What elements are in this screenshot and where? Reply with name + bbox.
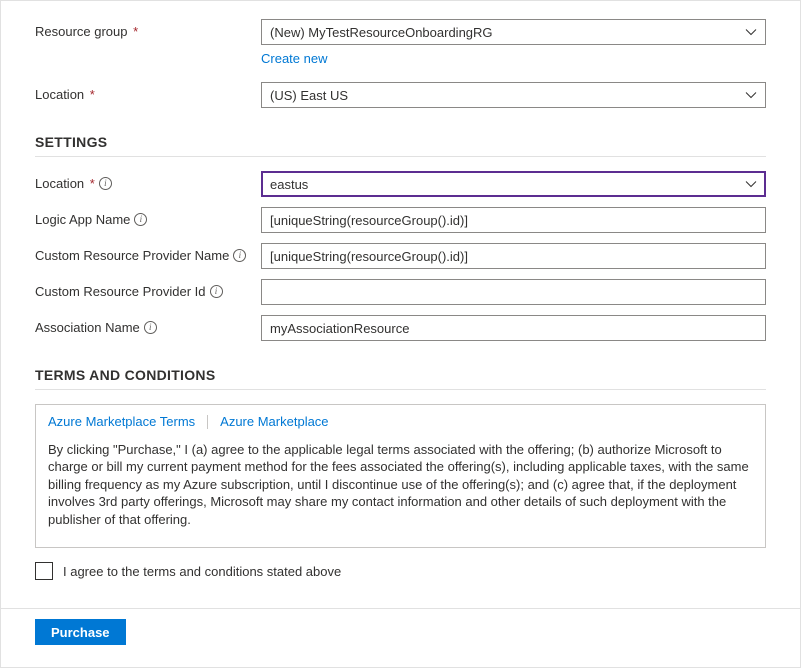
custom-provider-id-input[interactable] (261, 279, 766, 305)
location-select[interactable]: (US) East US (261, 82, 766, 108)
info-icon[interactable]: i (210, 285, 223, 298)
settings-location-row: Location * i eastus (35, 171, 766, 197)
create-new-link[interactable]: Create new (261, 51, 327, 66)
custom-provider-name-label: Custom Resource Provider Name i (35, 243, 261, 263)
association-name-label: Association Name i (35, 315, 261, 335)
divider (35, 156, 766, 157)
settings-heading: SETTINGS (35, 134, 766, 150)
azure-marketplace-terms-link[interactable]: Azure Marketplace Terms (48, 413, 195, 431)
custom-provider-name-row: Custom Resource Provider Name i [uniqueS… (35, 243, 766, 269)
chevron-down-icon (745, 178, 757, 190)
resource-group-value: (New) MyTestResourceOnboardingRG (270, 25, 493, 40)
resource-group-select[interactable]: (New) MyTestResourceOnboardingRG (261, 19, 766, 45)
settings-location-value: eastus (270, 177, 308, 192)
required-marker: * (130, 24, 139, 39)
custom-provider-id-row: Custom Resource Provider Id i (35, 279, 766, 305)
custom-provider-name-value: [uniqueString(resourceGroup().id)] (270, 249, 468, 264)
info-icon[interactable]: i (134, 213, 147, 226)
logic-app-name-value: [uniqueString(resourceGroup().id)] (270, 213, 468, 228)
location-row: Location * (US) East US (35, 82, 766, 108)
terms-scroll-area[interactable]: Azure Marketplace Terms Azure Marketplac… (36, 405, 765, 547)
info-icon[interactable]: i (233, 249, 246, 262)
divider (1, 608, 800, 609)
location-label: Location * (35, 82, 261, 102)
divider (35, 389, 766, 390)
terms-box: Azure Marketplace Terms Azure Marketplac… (35, 404, 766, 548)
settings-location-label: Location * i (35, 171, 261, 191)
resource-group-label: Resource group * (35, 19, 261, 39)
required-marker: * (86, 87, 95, 102)
terms-heading: TERMS AND CONDITIONS (35, 367, 766, 383)
deployment-form-panel: Resource group * (New) MyTestResourceOnb… (0, 0, 801, 668)
chevron-down-icon (745, 26, 757, 38)
required-marker: * (86, 176, 95, 191)
location-value: (US) East US (270, 88, 348, 103)
purchase-button[interactable]: Purchase (35, 619, 126, 645)
terms-links: Azure Marketplace Terms Azure Marketplac… (48, 413, 753, 431)
info-icon[interactable]: i (99, 177, 112, 190)
custom-provider-id-label: Custom Resource Provider Id i (35, 279, 261, 299)
association-name-input[interactable]: myAssociationResource (261, 315, 766, 341)
custom-provider-name-input[interactable]: [uniqueString(resourceGroup().id)] (261, 243, 766, 269)
terms-body-text: By clicking "Purchase," I (a) agree to t… (48, 441, 753, 529)
logic-app-name-input[interactable]: [uniqueString(resourceGroup().id)] (261, 207, 766, 233)
logic-app-name-row: Logic App Name i [uniqueString(resourceG… (35, 207, 766, 233)
chevron-down-icon (745, 89, 757, 101)
info-icon[interactable]: i (144, 321, 157, 334)
settings-location-select[interactable]: eastus (261, 171, 766, 197)
azure-marketplace-link[interactable]: Azure Marketplace (220, 413, 328, 431)
association-name-row: Association Name i myAssociationResource (35, 315, 766, 341)
agree-label: I agree to the terms and conditions stat… (63, 564, 341, 579)
agree-checkbox[interactable] (35, 562, 53, 580)
agree-row: I agree to the terms and conditions stat… (35, 562, 766, 580)
logic-app-name-label: Logic App Name i (35, 207, 261, 227)
association-name-value: myAssociationResource (270, 321, 409, 336)
resource-group-row: Resource group * (New) MyTestResourceOnb… (35, 19, 766, 45)
divider (207, 415, 208, 429)
